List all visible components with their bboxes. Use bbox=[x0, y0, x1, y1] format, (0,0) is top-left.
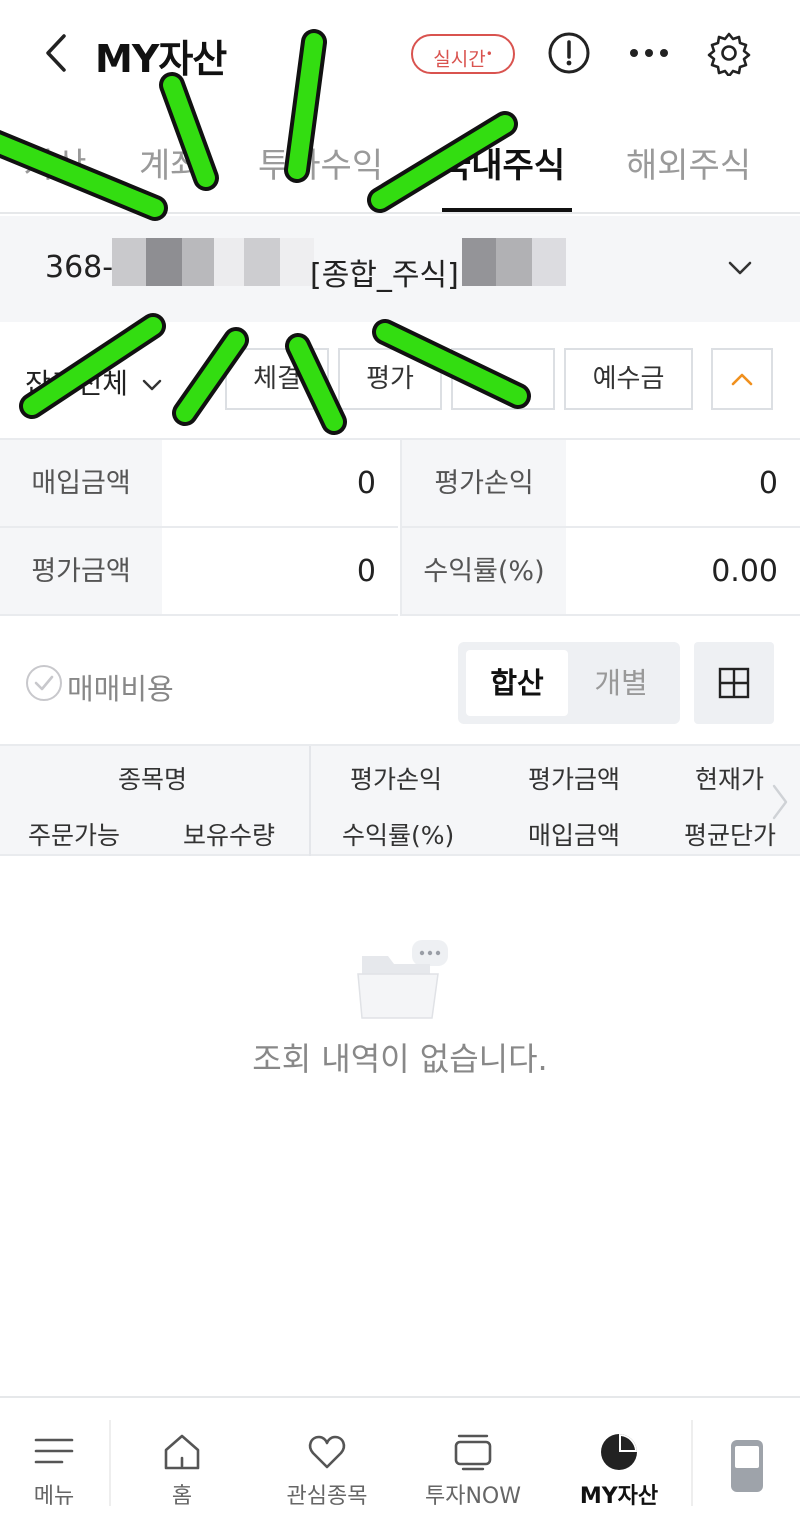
tab-investment-return[interactable]: 투자수익 bbox=[258, 138, 383, 187]
nav-invest-now[interactable]: 투자NOW bbox=[400, 1398, 546, 1530]
filled-orders-button[interactable]: 체결 bbox=[225, 348, 329, 410]
tab-domestic-stocks[interactable]: 국내주식 bbox=[440, 138, 565, 187]
chevron-up-icon bbox=[731, 373, 753, 385]
chevron-right-icon[interactable] bbox=[768, 782, 792, 822]
buy-amount-value: 0 bbox=[162, 440, 398, 528]
col-holding-qty: 보유수량 bbox=[183, 821, 276, 850]
account-selector[interactable]: 368- [종합_주식] bbox=[0, 216, 800, 322]
nav-watchlist-label: 관심종목 bbox=[286, 1484, 368, 1509]
col-buy-amount: 매입금액 bbox=[528, 821, 621, 850]
summary-grid: 매입금액 0 평가손익 0 평가금액 0 수익률(%) 0.00 bbox=[0, 438, 800, 616]
col-profit-loss: 평가손익 bbox=[350, 765, 443, 794]
collapse-button[interactable] bbox=[711, 348, 773, 410]
nav-divider bbox=[109, 1420, 111, 1506]
heart-icon bbox=[308, 1435, 346, 1469]
tab-bar: 자산 계좌 투자수익 국내주식 해외주식 bbox=[0, 110, 800, 214]
balance-scope-dropdown[interactable]: 잔고전체 bbox=[25, 362, 163, 402]
empty-state-message: 조회 내역이 없습니다. bbox=[252, 1040, 548, 1078]
view-controls: 매매비용 합산 개별 bbox=[0, 642, 800, 726]
nav-watchlist[interactable]: 관심종목 bbox=[256, 1398, 398, 1530]
return-rate-label: 수익률(%) bbox=[400, 528, 566, 616]
profit-loss-value: 0 bbox=[566, 440, 800, 528]
nav-invest-now-label: 투자NOW bbox=[424, 1484, 521, 1509]
combined-option[interactable]: 합산 bbox=[466, 650, 568, 716]
plus-square-icon bbox=[718, 667, 750, 699]
trading-fee-label[interactable]: 매매비용 bbox=[67, 666, 174, 708]
col-return-rate: 수익률(%) bbox=[342, 821, 455, 850]
tab-overseas-stocks[interactable]: 해외주식 bbox=[626, 138, 751, 187]
return-rate-value: 0.00 bbox=[566, 528, 800, 616]
nav-my-assets[interactable]: MY자산 bbox=[548, 1398, 690, 1530]
expand-view-button[interactable] bbox=[694, 642, 774, 724]
buy-amount-label: 매입금액 bbox=[0, 440, 162, 528]
col-current-price: 현재가 bbox=[695, 765, 765, 794]
checkbox-icon[interactable] bbox=[25, 664, 63, 702]
bottom-navigation: 메뉴 홈 관심종목 투자NOW MY자산 bbox=[0, 1396, 800, 1530]
pie-chart-icon bbox=[601, 1434, 637, 1470]
combine-toggle: 합산 개별 bbox=[458, 642, 680, 724]
top-app-bar: MY자산 실시간• bbox=[0, 0, 800, 110]
nav-menu-label: 메뉴 bbox=[33, 1484, 75, 1509]
phone-icon bbox=[731, 1440, 763, 1492]
account-name: [종합_주식] bbox=[310, 258, 459, 293]
col-orderable: 주문가능 bbox=[28, 821, 121, 850]
page-title: MY자산 bbox=[95, 37, 227, 81]
redacted-account-owner bbox=[462, 238, 566, 286]
gear-icon[interactable] bbox=[706, 30, 752, 76]
empty-folder-icon bbox=[357, 940, 448, 1019]
eval-amount-label: 평가금액 bbox=[0, 528, 162, 616]
filter-row: 잔고전체 체결 평가 예수금 bbox=[0, 348, 800, 412]
realtime-dot: • bbox=[485, 47, 493, 61]
eval-amount-value: 0 bbox=[162, 528, 398, 616]
nav-divider bbox=[691, 1420, 693, 1506]
tab-accounts[interactable]: 계좌 bbox=[139, 138, 202, 187]
nav-my-assets-label: MY자산 bbox=[579, 1484, 659, 1509]
home-icon bbox=[164, 1434, 200, 1470]
col-stock-name: 종목명 bbox=[118, 765, 188, 794]
nav-home[interactable]: 홈 bbox=[112, 1398, 252, 1530]
chevron-down-icon bbox=[728, 261, 752, 275]
alert-icon[interactable] bbox=[546, 30, 592, 76]
holdings-table-header: 종목명 평가손익 평가금액 현재가 주문가능 보유수량 수익률(%) 매입금액 … bbox=[0, 744, 800, 856]
deposit-button[interactable]: 예수금 bbox=[564, 348, 693, 410]
evaluation-button[interactable]: 평가 bbox=[338, 348, 442, 410]
individual-option[interactable]: 개별 bbox=[570, 650, 672, 716]
nav-device[interactable] bbox=[694, 1398, 800, 1530]
account-number: 368- bbox=[45, 250, 114, 285]
nav-menu[interactable]: 메뉴 bbox=[0, 1398, 108, 1530]
balance-scope-label: 잔고전체 bbox=[25, 367, 129, 400]
tv-icon bbox=[454, 1434, 492, 1471]
redacted-account-digits bbox=[112, 238, 314, 286]
nav-home-label: 홈 bbox=[171, 1484, 193, 1509]
active-tab-indicator bbox=[442, 208, 572, 212]
filter-button[interactable] bbox=[451, 348, 555, 410]
tab-assets[interactable]: 자산 bbox=[24, 138, 87, 187]
column-divider bbox=[309, 746, 311, 856]
realtime-badge[interactable]: 실시간• bbox=[411, 34, 515, 74]
col-eval-amount: 평가금액 bbox=[528, 765, 621, 794]
chevron-down-icon bbox=[142, 379, 162, 391]
menu-icon bbox=[34, 1438, 74, 1464]
realtime-label: 실시간 bbox=[433, 48, 486, 71]
col-avg-price: 평균단가 bbox=[684, 821, 777, 850]
profit-loss-label: 평가손익 bbox=[400, 440, 566, 528]
back-icon[interactable] bbox=[38, 30, 78, 76]
more-icon[interactable] bbox=[626, 30, 672, 76]
